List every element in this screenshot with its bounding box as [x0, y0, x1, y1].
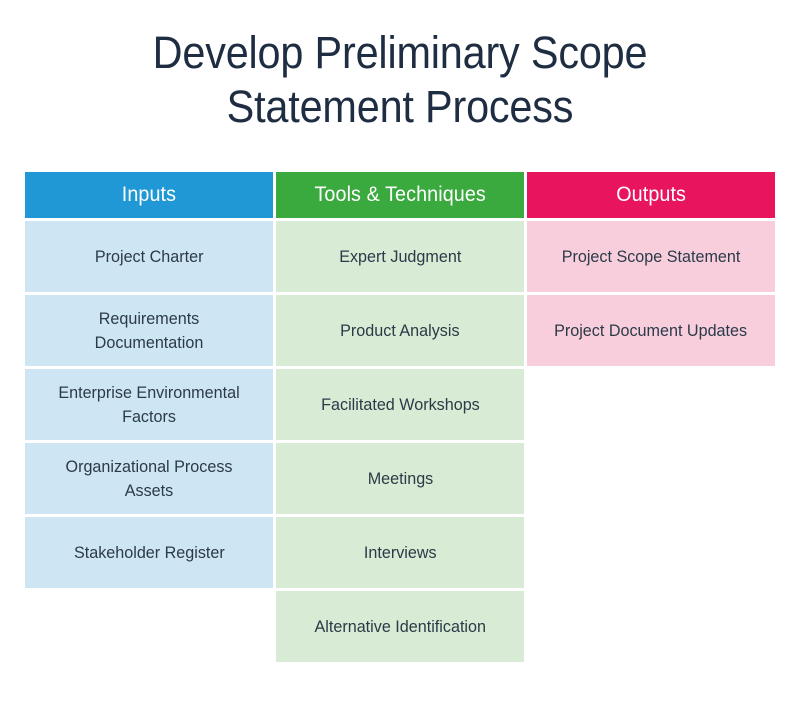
- cell-tools-4-label: Meetings: [367, 468, 433, 488]
- cell-tools-3: Facilitated Workshops: [276, 369, 524, 440]
- column-header-outputs: Outputs: [527, 172, 775, 218]
- diagram-canvas: Develop Preliminary Scope Statement Proc…: [0, 0, 800, 720]
- cell-inputs-4: Organizational Process Assets: [25, 443, 273, 514]
- column-inputs: Inputs Project Charter Requirements Docu…: [25, 172, 273, 588]
- cell-outputs-2-label: Project Document Updates: [554, 320, 748, 340]
- cell-tools-6: Alternative Identification: [276, 591, 524, 662]
- cell-inputs-2: Requirements Documentation: [25, 295, 273, 366]
- cell-inputs-1-label: Project Charter: [94, 246, 204, 266]
- column-header-tools-and-techniques: Tools & Techniques: [276, 172, 524, 218]
- cell-inputs-4-label: Organizational Process Assets: [65, 456, 233, 500]
- cell-tools-3-label: Facilitated Workshops: [320, 394, 480, 414]
- cell-tools-4: Meetings: [276, 443, 524, 514]
- column-outputs: Outputs Project Scope Statement Project …: [527, 172, 775, 366]
- cell-tools-6-label: Alternative Identification: [314, 616, 486, 636]
- page-title-line-1: Develop Preliminary Scope: [152, 27, 648, 78]
- page-title: Develop Preliminary Scope Statement Proc…: [0, 26, 800, 134]
- ito-matrix: Inputs Project Charter Requirements Docu…: [25, 172, 775, 662]
- cell-outputs-1: Project Scope Statement: [527, 221, 775, 292]
- cell-outputs-2: Project Document Updates: [527, 295, 775, 366]
- column-header-tools-and-techniques-label: Tools & Techniques: [314, 183, 486, 206]
- column-header-inputs: Inputs: [25, 172, 273, 218]
- cell-inputs-1: Project Charter: [25, 221, 273, 292]
- cell-inputs-5-label: Stakeholder Register: [73, 542, 225, 562]
- cell-outputs-1-label: Project Scope Statement: [561, 246, 741, 266]
- cell-tools-2-label: Product Analysis: [340, 320, 460, 340]
- column-tools-and-techniques: Tools & Techniques Expert Judgment Produ…: [276, 172, 524, 662]
- cell-tools-2: Product Analysis: [276, 295, 524, 366]
- column-header-outputs-label: Outputs: [616, 183, 686, 206]
- cell-tools-1: Expert Judgment: [276, 221, 524, 292]
- cell-tools-1-label: Expert Judgment: [338, 246, 462, 266]
- cell-inputs-5: Stakeholder Register: [25, 517, 273, 588]
- page-title-line-2: Statement Process: [226, 81, 574, 132]
- column-header-inputs-label: Inputs: [121, 183, 177, 206]
- cell-tools-5-label: Interviews: [363, 542, 437, 562]
- cell-tools-5: Interviews: [276, 517, 524, 588]
- cell-inputs-3: Enterprise Environmental Factors: [25, 369, 273, 440]
- cell-inputs-3-label: Enterprise Environmental Factors: [58, 382, 240, 426]
- cell-inputs-2-label: Requirements Documentation: [94, 308, 204, 352]
